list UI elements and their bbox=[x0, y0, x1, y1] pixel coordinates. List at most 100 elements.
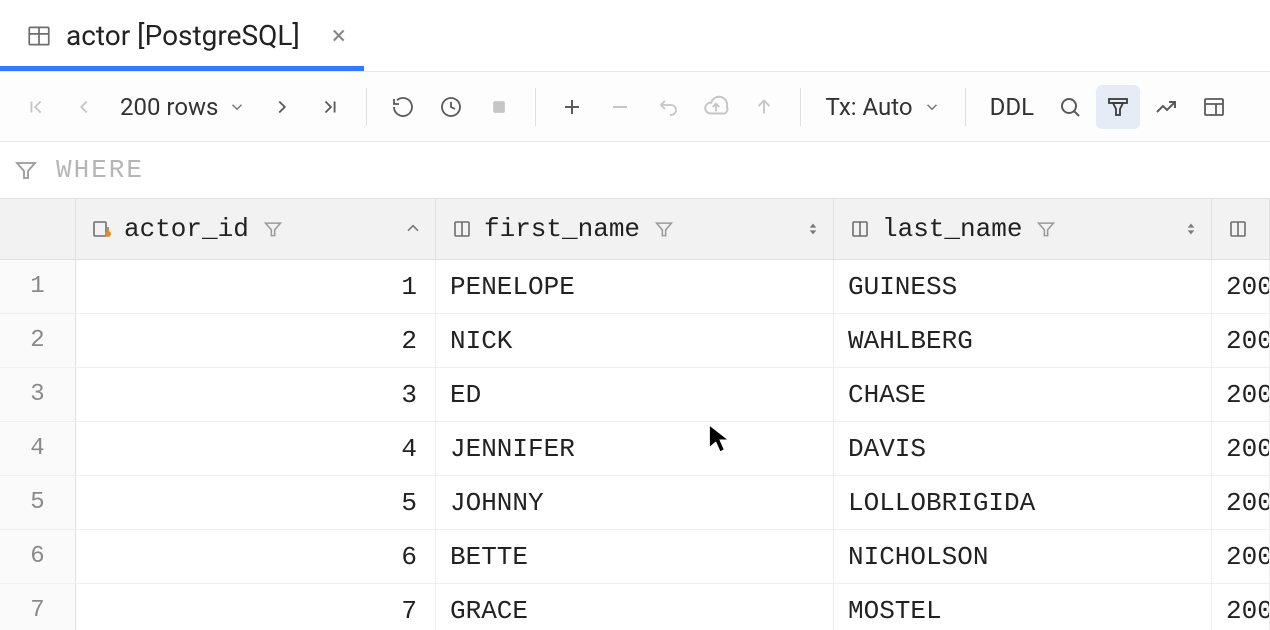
row-number: 3 bbox=[0, 368, 76, 421]
table-icon bbox=[26, 23, 52, 49]
cell-actor-id[interactable]: 3 bbox=[76, 368, 436, 421]
filter-icon[interactable] bbox=[1036, 219, 1056, 239]
prev-page-button[interactable] bbox=[62, 85, 106, 129]
row-number: 7 bbox=[0, 584, 76, 630]
sort-toggle-icon[interactable] bbox=[1183, 219, 1199, 239]
table-row[interactable]: 77GRACEMOSTEL200 bbox=[0, 584, 1270, 630]
column-header-truncated[interactable] bbox=[1212, 199, 1270, 259]
cell-last-name[interactable]: WAHLBERG bbox=[834, 314, 1212, 367]
submit-button[interactable] bbox=[742, 85, 786, 129]
table-row[interactable]: 66BETTENICHOLSON200 bbox=[0, 530, 1270, 584]
column-icon bbox=[1226, 217, 1250, 241]
cell-actor-id[interactable]: 5 bbox=[76, 476, 436, 529]
column-header-last-name[interactable]: last_name bbox=[834, 199, 1212, 259]
ddl-button[interactable]: DDL bbox=[980, 93, 1044, 121]
column-header-first-name[interactable]: first_name bbox=[436, 199, 834, 259]
ddl-label: DDL bbox=[990, 93, 1034, 121]
row-number: 2 bbox=[0, 314, 76, 367]
cell-actor-id[interactable]: 4 bbox=[76, 422, 436, 475]
chart-view-button[interactable] bbox=[1144, 85, 1188, 129]
chevron-down-icon bbox=[923, 98, 941, 116]
cell-truncated[interactable]: 200 bbox=[1212, 476, 1270, 529]
tx-label: Tx: Auto bbox=[825, 93, 912, 121]
cell-truncated[interactable]: 200 bbox=[1212, 584, 1270, 630]
table-body: 11PENELOPEGUINESS20022NICKWAHLBERG20033E… bbox=[0, 260, 1270, 630]
cell-last-name[interactable]: DAVIS bbox=[834, 422, 1212, 475]
cell-truncated[interactable]: 200 bbox=[1212, 314, 1270, 367]
close-icon[interactable]: × bbox=[332, 21, 346, 51]
cell-first-name[interactable]: PENELOPE bbox=[436, 260, 834, 313]
cell-truncated[interactable]: 200 bbox=[1212, 530, 1270, 583]
row-number-header bbox=[0, 199, 76, 259]
last-page-button[interactable] bbox=[308, 85, 352, 129]
stop-button[interactable] bbox=[477, 85, 521, 129]
row-number: 1 bbox=[0, 260, 76, 313]
remove-row-button[interactable] bbox=[598, 85, 642, 129]
separator bbox=[366, 88, 367, 126]
column-name: actor_id bbox=[124, 214, 249, 244]
chevron-down-icon bbox=[228, 98, 246, 116]
cell-truncated[interactable]: 200 bbox=[1212, 260, 1270, 313]
rows-label: 200 rows bbox=[120, 93, 218, 121]
tab-title: actor [PostgreSQL] bbox=[66, 19, 300, 52]
table-header: actor_id first_name last_name bbox=[0, 198, 1270, 260]
cell-truncated[interactable]: 200 bbox=[1212, 422, 1270, 475]
column-name: last_name bbox=[882, 214, 1022, 244]
table-row[interactable]: 11PENELOPEGUINESS200 bbox=[0, 260, 1270, 314]
next-page-button[interactable] bbox=[260, 85, 304, 129]
tab-actor[interactable]: actor [PostgreSQL] × bbox=[0, 0, 368, 71]
column-icon bbox=[848, 217, 872, 241]
sort-asc-icon[interactable] bbox=[403, 219, 423, 239]
row-number: 6 bbox=[0, 530, 76, 583]
commit-cloud-button[interactable] bbox=[694, 85, 738, 129]
table-row[interactable]: 33EDCHASE200 bbox=[0, 368, 1270, 422]
cell-actor-id[interactable]: 7 bbox=[76, 584, 436, 630]
rows-dropdown[interactable]: 200 rows bbox=[110, 93, 256, 121]
where-filter-bar[interactable]: WHERE bbox=[0, 142, 1270, 198]
separator bbox=[535, 88, 536, 126]
cell-truncated[interactable]: 200 bbox=[1212, 368, 1270, 421]
cell-last-name[interactable]: GUINESS bbox=[834, 260, 1212, 313]
column-icon bbox=[450, 217, 474, 241]
cell-first-name[interactable]: JENNIFER bbox=[436, 422, 834, 475]
filter-view-button[interactable] bbox=[1096, 85, 1140, 129]
cell-actor-id[interactable]: 6 bbox=[76, 530, 436, 583]
where-label: WHERE bbox=[56, 155, 144, 185]
reload-button[interactable] bbox=[381, 85, 425, 129]
layout-button[interactable] bbox=[1192, 85, 1236, 129]
add-row-button[interactable] bbox=[550, 85, 594, 129]
key-column-icon bbox=[90, 217, 114, 241]
editor-tabbar: actor [PostgreSQL] × bbox=[0, 0, 1270, 72]
cell-last-name[interactable]: MOSTEL bbox=[834, 584, 1212, 630]
cell-last-name[interactable]: CHASE bbox=[834, 368, 1212, 421]
history-button[interactable] bbox=[429, 85, 473, 129]
toolbar: 200 rows Tx: Auto bbox=[0, 72, 1270, 142]
cell-first-name[interactable]: BETTE bbox=[436, 530, 834, 583]
cell-last-name[interactable]: NICHOLSON bbox=[834, 530, 1212, 583]
column-header-actor-id[interactable]: actor_id bbox=[76, 199, 436, 259]
cell-first-name[interactable]: NICK bbox=[436, 314, 834, 367]
column-name: first_name bbox=[484, 214, 640, 244]
filter-icon[interactable] bbox=[263, 219, 283, 239]
filter-icon[interactable] bbox=[654, 219, 674, 239]
table-row[interactable]: 44JENNIFERDAVIS200 bbox=[0, 422, 1270, 476]
sort-toggle-icon[interactable] bbox=[805, 219, 821, 239]
revert-button[interactable] bbox=[646, 85, 690, 129]
cell-actor-id[interactable]: 1 bbox=[76, 260, 436, 313]
tx-mode-dropdown[interactable]: Tx: Auto bbox=[815, 93, 950, 121]
filter-icon bbox=[14, 158, 38, 182]
separator bbox=[965, 88, 966, 126]
cell-first-name[interactable]: JOHNNY bbox=[436, 476, 834, 529]
separator bbox=[800, 88, 801, 126]
search-button[interactable] bbox=[1048, 85, 1092, 129]
cell-first-name[interactable]: ED bbox=[436, 368, 834, 421]
table-row[interactable]: 55JOHNNYLOLLOBRIGIDA200 bbox=[0, 476, 1270, 530]
table-row[interactable]: 22NICKWAHLBERG200 bbox=[0, 314, 1270, 368]
cell-first-name[interactable]: GRACE bbox=[436, 584, 834, 630]
first-page-button[interactable] bbox=[14, 85, 58, 129]
cell-last-name[interactable]: LOLLOBRIGIDA bbox=[834, 476, 1212, 529]
tab-active-indicator bbox=[0, 66, 364, 71]
row-number: 5 bbox=[0, 476, 76, 529]
row-number: 4 bbox=[0, 422, 76, 475]
cell-actor-id[interactable]: 2 bbox=[76, 314, 436, 367]
